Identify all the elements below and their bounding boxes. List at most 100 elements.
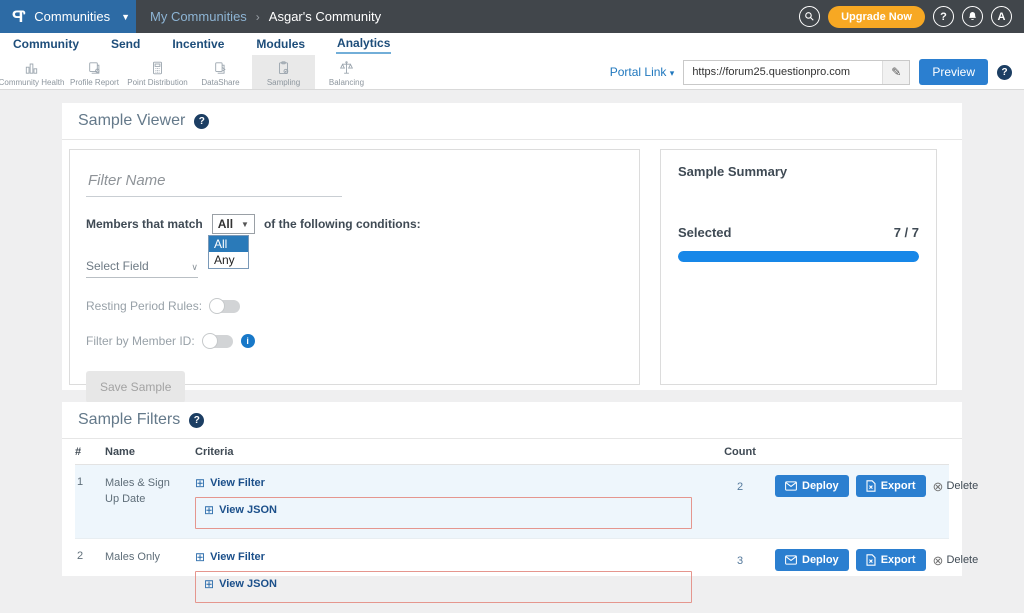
tool-point-distribution[interactable]: Point Distribution <box>126 55 189 89</box>
resting-period-toggle[interactable] <box>210 300 240 313</box>
sample-filters-header: Sample Filters ? <box>62 402 962 439</box>
breadcrumb-my-communities[interactable]: My Communities <box>150 9 247 24</box>
tool-datashare[interactable]: DataShare <box>189 55 252 89</box>
chevron-down-icon: ▼ <box>241 220 249 229</box>
portal-url-input[interactable] <box>684 61 882 84</box>
tool-label: Profile Report <box>70 78 119 87</box>
calculator-icon <box>149 60 166 76</box>
row-number: 2 <box>75 546 105 562</box>
communities-app-menu[interactable]: Ƥ Communities ▼ <box>0 0 136 33</box>
toggle-knob <box>209 298 225 314</box>
expand-plus-icon: ⊞ <box>204 577 214 591</box>
portal-link-dropdown[interactable]: Portal Link ▾ <box>610 65 675 79</box>
match-select-value: All <box>218 217 233 231</box>
question-icon: ? <box>199 116 205 127</box>
view-json-label: View JSON <box>219 578 277 590</box>
tool-label: DataShare <box>201 78 239 87</box>
count-cell: 2 <box>705 472 775 493</box>
delete-circle-icon: ⊗ <box>933 554 944 567</box>
option-all[interactable]: All <box>209 236 248 252</box>
col-header-count: Count <box>705 446 775 458</box>
preview-button[interactable]: Preview <box>919 59 988 85</box>
actions-cell: Deploy Export ⊗ Delete <box>775 472 980 497</box>
filter-name-cell: Males & Sign Up Date <box>105 472 195 508</box>
toggle-knob <box>202 333 218 349</box>
nav-tab-community[interactable]: Community <box>12 35 80 53</box>
help-button[interactable]: ? <box>933 6 954 27</box>
account-avatar[interactable]: A <box>991 6 1012 27</box>
delete-button[interactable]: ⊗ Delete <box>933 554 979 567</box>
nav-tab-send[interactable]: Send <box>110 35 141 53</box>
toolbar-help-badge[interactable]: ? <box>997 65 1012 80</box>
edit-url-button[interactable]: ✎ <box>882 61 909 84</box>
pencil-icon: ✎ <box>891 65 901 79</box>
view-json-label: View JSON <box>219 504 277 516</box>
delete-circle-icon: ⊗ <box>933 480 944 493</box>
table-header-row: # Name Criteria Count <box>75 439 949 465</box>
match-select[interactable]: All ▼ <box>212 214 255 234</box>
count-cell: 3 <box>705 546 775 567</box>
tool-label: Point Distribution <box>127 78 187 87</box>
match-select-dropdown: All Any <box>208 235 249 269</box>
sample-filters-help-badge[interactable]: ? <box>189 413 204 428</box>
sample-summary-card: Sample Summary Selected 7 / 7 <box>660 149 937 385</box>
chevron-down-icon: ▾ <box>670 68 675 78</box>
export-button[interactable]: Export <box>856 475 926 497</box>
view-json-link[interactable]: ⊞ View JSON <box>204 575 277 591</box>
deploy-button[interactable]: Deploy <box>775 549 849 571</box>
export-file-icon <box>866 554 876 566</box>
filter-row-1: 1 Males & Sign Up Date ⊞ View Filter ⊞ V… <box>75 465 949 538</box>
sample-viewer-help-badge[interactable]: ? <box>194 114 209 129</box>
nav-tab-modules[interactable]: Modules <box>255 35 306 53</box>
option-any[interactable]: Any <box>209 252 248 268</box>
sample-filters-section: Sample Filters ? # Name Criteria Count 1… <box>62 402 962 576</box>
sample-filters-table: # Name Criteria Count 1 Males & Sign Up … <box>62 439 962 612</box>
resting-period-label: Resting Period Rules: <box>86 299 202 313</box>
view-json-link[interactable]: ⊞ View JSON <box>204 501 277 517</box>
deploy-button[interactable]: Deploy <box>775 475 849 497</box>
col-header-num: # <box>75 446 105 458</box>
view-filter-link[interactable]: ⊞ View Filter <box>195 472 265 490</box>
info-icon[interactable]: i <box>241 334 255 348</box>
delete-label: Delete <box>946 554 978 566</box>
export-button[interactable]: Export <box>856 549 926 571</box>
clipboard-check-icon <box>275 60 292 76</box>
chevron-down-icon: ∨ <box>191 262 198 273</box>
envelope-icon <box>785 555 797 565</box>
sample-viewer-body: Members that match All ▼ of the followin… <box>62 140 962 394</box>
breadcrumb-current-community: Asgar's Community <box>269 9 381 24</box>
tool-community-health[interactable]: Community Health <box>0 55 63 89</box>
tool-sampling[interactable]: Sampling <box>252 55 315 89</box>
scale-icon <box>338 60 355 76</box>
view-filter-label: View Filter <box>210 551 265 563</box>
pages-icon <box>86 60 103 76</box>
member-id-row: Filter by Member ID: i <box>86 334 623 348</box>
sample-summary-title: Sample Summary <box>678 164 919 179</box>
criteria-cell: ⊞ View Filter ⊞ View JSON <box>195 472 705 529</box>
delete-label: Delete <box>946 480 978 492</box>
search-button[interactable] <box>799 6 820 27</box>
notifications-button[interactable] <box>962 6 983 27</box>
selected-row: Selected 7 / 7 <box>678 225 919 240</box>
member-id-toggle[interactable] <box>203 335 233 348</box>
app-menu-label: Communities <box>34 9 110 24</box>
view-filter-link[interactable]: ⊞ View Filter <box>195 546 265 564</box>
expand-plus-icon: ⊞ <box>204 503 214 517</box>
tool-label: Community Health <box>0 78 64 87</box>
tool-balancing[interactable]: Balancing <box>315 55 378 89</box>
col-header-criteria: Criteria <box>195 446 705 458</box>
sample-viewer-section: Sample Viewer ? Members that match All ▼… <box>62 103 962 390</box>
tool-label: Sampling <box>267 78 300 87</box>
filter-name-input[interactable] <box>86 166 342 197</box>
tool-profile-report[interactable]: Profile Report <box>63 55 126 89</box>
nav-tab-analytics[interactable]: Analytics <box>336 34 391 54</box>
delete-button[interactable]: ⊗ Delete <box>933 480 979 493</box>
nav-tab-incentive[interactable]: Incentive <box>171 35 225 53</box>
selected-label: Selected <box>678 225 731 240</box>
select-field-dropdown[interactable]: Select Field ∨ <box>86 259 198 278</box>
match-condition-row: Members that match All ▼ of the followin… <box>86 214 623 234</box>
match-prefix-label: Members that match <box>86 217 203 231</box>
search-icon <box>804 11 815 22</box>
upgrade-now-button[interactable]: Upgrade Now <box>828 6 925 28</box>
save-sample-button[interactable]: Save Sample <box>86 371 185 403</box>
